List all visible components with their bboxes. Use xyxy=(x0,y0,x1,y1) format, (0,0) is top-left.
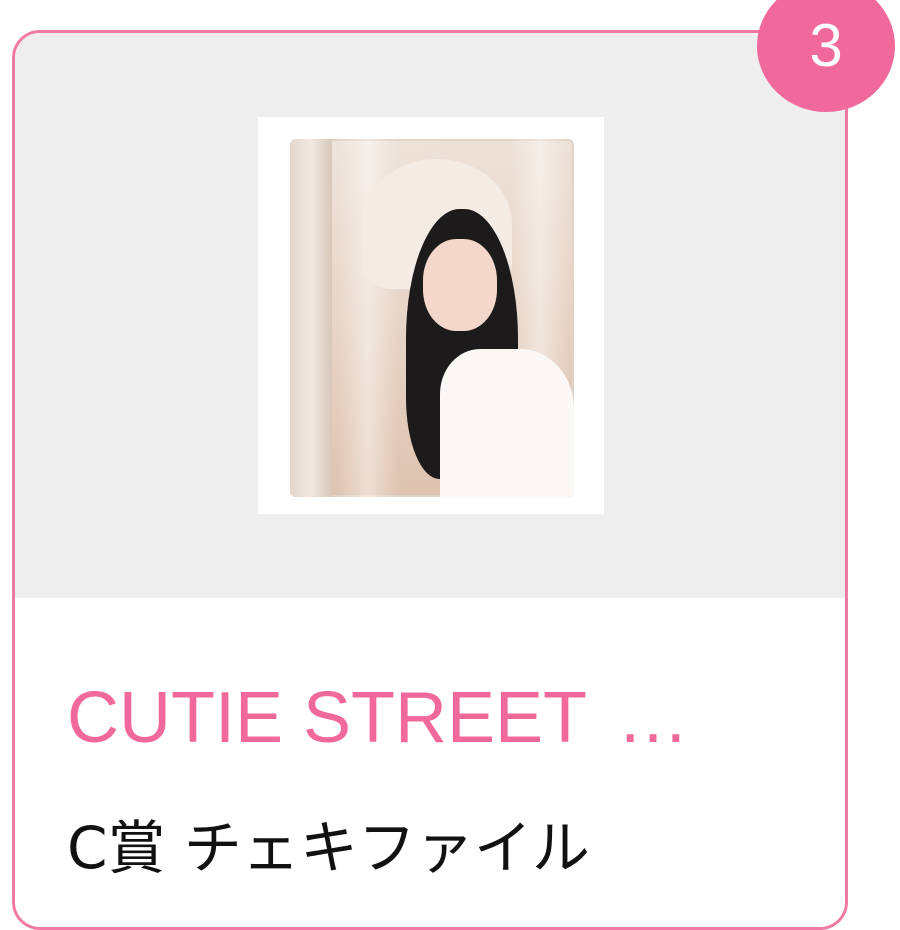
product-image xyxy=(258,117,604,514)
product-title-text: CUTIE STREET xyxy=(67,678,588,758)
face-shape xyxy=(423,239,497,331)
photo-binder-image xyxy=(290,139,574,497)
dress-shape xyxy=(440,349,574,497)
prize-card[interactable]: CUTIE STREET … C賞 チェキファイル xyxy=(12,30,848,930)
prize-name: C賞 チェキファイル xyxy=(67,814,590,882)
product-image-area xyxy=(15,33,845,598)
title-ellipsis: … xyxy=(617,678,694,758)
binder-spine xyxy=(290,139,332,497)
product-title[interactable]: CUTIE STREET … xyxy=(67,673,787,763)
